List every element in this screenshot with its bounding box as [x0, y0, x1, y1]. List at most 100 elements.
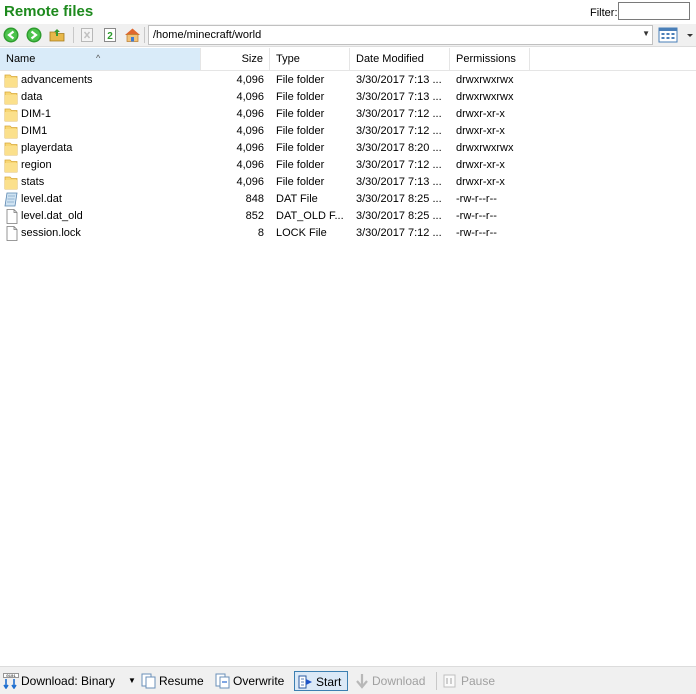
file-permissions: drwxr-xr-x: [456, 108, 505, 120]
panel-title: Remote files: [4, 3, 94, 20]
home-icon[interactable]: [123, 26, 141, 44]
pause-icon: [443, 674, 456, 688]
file-type: File folder: [276, 159, 325, 171]
svg-text:2: 2: [107, 31, 113, 42]
column-header-name[interactable]: ^ Name: [0, 48, 200, 70]
file-type: File folder: [276, 74, 325, 86]
chevron-down-icon[interactable]: ▼: [642, 29, 650, 38]
file-type: File folder: [276, 125, 325, 137]
file-date-modified: 3/30/2017 7:13 ...: [356, 176, 442, 188]
folder-up-icon[interactable]: [48, 26, 66, 44]
file-type: File folder: [276, 91, 325, 103]
file-name: stats: [21, 176, 45, 188]
toolbar-separator: [144, 27, 145, 43]
file-size: 4,096: [236, 159, 264, 171]
file-type: DAT_OLD F...: [276, 210, 344, 222]
address-bar[interactable]: /home/minecraft/world ▼: [148, 25, 653, 45]
file-name: session.lock: [21, 227, 81, 239]
svg-text:0101: 0101: [6, 675, 16, 679]
file-row[interactable]: level.dat_old 852 DAT_OLD F... 3/30/2017 8:…: [0, 208, 696, 225]
delete-icon[interactable]: [78, 26, 96, 44]
transfer-toolbar: 0101 Download: Binary ▼ Resume Overwrite…: [0, 666, 696, 694]
folder-icon: [4, 124, 20, 139]
file-date-modified: 3/30/2017 7:12 ...: [356, 227, 442, 239]
resume-icon: [141, 673, 156, 689]
folder-icon: [4, 158, 20, 173]
refresh-icon[interactable]: 2: [101, 26, 119, 44]
address-path: /home/minecraft/world: [153, 29, 262, 41]
overwrite-button[interactable]: Overwrite: [215, 671, 290, 691]
file-name: level.dat: [21, 193, 62, 205]
chevron-down-icon: ▼: [128, 676, 136, 685]
file-type: File folder: [276, 142, 325, 154]
back-arrow-icon[interactable]: [2, 26, 20, 44]
overwrite-icon: [215, 673, 230, 689]
file-size: 4,096: [236, 91, 264, 103]
file-permissions: drwxr-xr-x: [456, 125, 505, 137]
file-permissions: -rw-r--r--: [456, 227, 497, 239]
file-icon: [4, 209, 20, 224]
download-button[interactable]: Download: [354, 671, 434, 691]
file-name: region: [21, 159, 52, 171]
file-row[interactable]: playerdata 4,096 File folder 3/30/2017 8:20…: [0, 140, 696, 157]
file-size: 4,096: [236, 176, 264, 188]
folder-icon: [4, 141, 20, 156]
file-name: level.dat_old: [21, 210, 83, 222]
file-permissions: drwxrwxrwx: [456, 74, 514, 86]
file-permissions: -rw-r--r--: [456, 210, 497, 222]
file-row[interactable]: region 4,096 File folder 3/30/2017 7:12 ...…: [0, 157, 696, 174]
file-row[interactable]: stats 4,096 File folder 3/30/2017 7:13 ... d…: [0, 174, 696, 191]
file-permissions: drwxrwxrwx: [456, 142, 514, 154]
file-date-modified: 3/30/2017 7:13 ...: [356, 91, 442, 103]
forward-arrow-icon[interactable]: [25, 26, 43, 44]
pause-button[interactable]: Pause: [443, 671, 503, 691]
toolbar-separator: [436, 672, 437, 690]
toolbar: 2 /home/minecraft/world ▼: [0, 24, 696, 47]
file-date-modified: 3/30/2017 8:25 ...: [356, 210, 442, 222]
column-header-permissions[interactable]: Permissions: [450, 48, 529, 70]
file-row[interactable]: session.lock 8 LOCK File 3/30/2017 7:12 ...…: [0, 225, 696, 242]
folder-icon: [4, 73, 20, 88]
file-type: File folder: [276, 176, 325, 188]
file-name: advancements: [21, 74, 93, 86]
file-date-modified: 3/30/2017 7:12 ...: [356, 159, 442, 171]
file-icon: [4, 226, 20, 241]
file-date-modified: 3/30/2017 7:13 ...: [356, 74, 442, 86]
folder-icon: [4, 175, 20, 190]
start-button[interactable]: Start: [294, 671, 348, 691]
folder-icon: [4, 90, 20, 105]
file-row[interactable]: level.dat 848 DAT File 3/30/2017 8:25 ... -r…: [0, 191, 696, 208]
view-mode-button[interactable]: [658, 26, 696, 44]
file-permissions: drwxr-xr-x: [456, 159, 505, 171]
resume-button[interactable]: Resume: [141, 671, 211, 691]
column-header-type[interactable]: Type: [270, 48, 350, 70]
filter-input[interactable]: [618, 2, 690, 20]
file-size: 4,096: [236, 125, 264, 137]
file-permissions: -rw-r--r--: [456, 193, 497, 205]
folder-icon: [4, 107, 20, 122]
download-arrow-icon: [356, 674, 368, 689]
file-permissions: drwxr-xr-x: [456, 176, 505, 188]
column-header-date[interactable]: Date Modified: [350, 48, 449, 70]
view-mode-icon: [658, 27, 693, 43]
download-mode-dropdown[interactable]: 0101 Download: Binary ▼: [3, 671, 137, 691]
file-name: data: [21, 91, 43, 103]
column-header-size[interactable]: Size: [201, 48, 269, 70]
column-header-row: ^ Name Size Type Date Modified Permissio…: [0, 48, 696, 71]
file-name: DIM-1: [21, 108, 51, 120]
filter-label: Filter:: [590, 7, 618, 19]
file-date-modified: 3/30/2017 7:12 ...: [356, 125, 442, 137]
file-size: 4,096: [236, 108, 264, 120]
dat-file-icon: [4, 192, 20, 207]
file-row[interactable]: data 4,096 File folder 3/30/2017 7:13 ... dr…: [0, 89, 696, 106]
file-date-modified: 3/30/2017 8:20 ...: [356, 142, 442, 154]
file-row[interactable]: DIM-1 4,096 File folder 3/30/2017 7:12 ... d…: [0, 106, 696, 123]
file-date-modified: 3/30/2017 8:25 ...: [356, 193, 442, 205]
file-name: DIM1: [21, 125, 48, 137]
start-transfer-icon: [298, 675, 312, 689]
file-size: 4,096: [236, 142, 264, 154]
file-row[interactable]: advancements 4,096 File folder 3/30/2017 7:…: [0, 72, 696, 89]
column-divider: [529, 48, 530, 70]
file-size: 848: [245, 193, 264, 205]
file-row[interactable]: DIM1 4,096 File folder 3/30/2017 7:12 ... dr…: [0, 123, 696, 140]
